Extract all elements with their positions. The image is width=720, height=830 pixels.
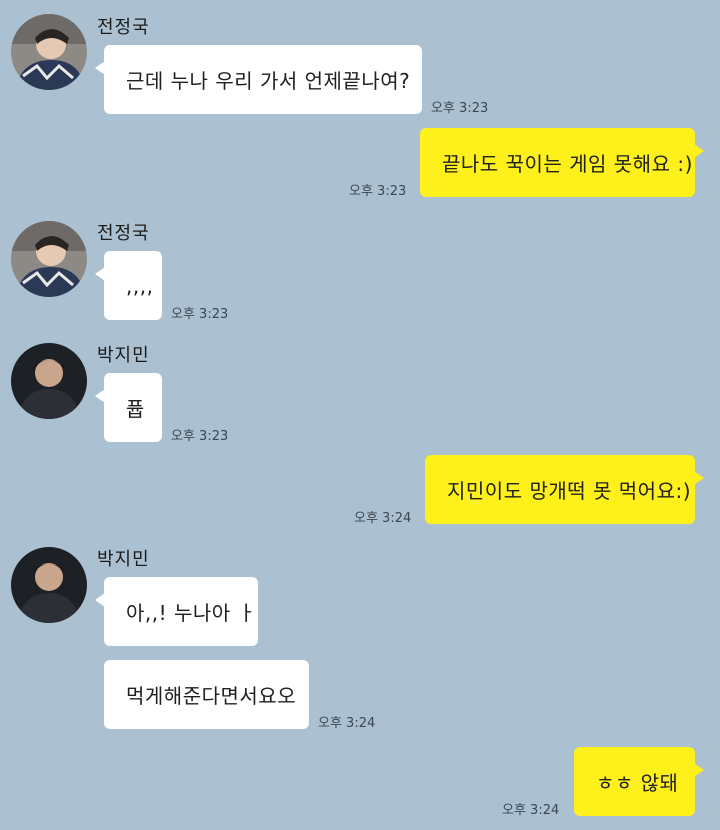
message-text: 지민이도 망개떡 못 먹어요:) — [447, 479, 692, 503]
profile-photo-icon — [11, 343, 87, 419]
chat-message-list[interactable]: 전정국 근데 누나 우리 가서 언제끝나여? 오후 3:23 끝나도 꾹이는 게… — [0, 0, 720, 830]
profile-photo-icon — [11, 221, 87, 297]
sender-name: 박지민 — [97, 549, 150, 570]
message-text: 퓹 — [126, 397, 145, 421]
message-bubble[interactable]: 지민이도 망개떡 못 먹어요:) — [425, 455, 704, 524]
message-bubble[interactable]: 퓹 — [95, 373, 162, 442]
message-bubble[interactable]: 먹게해준다면서요오 — [104, 660, 309, 729]
message-text: 근데 누나 우리 가서 언제끝나여? — [126, 69, 411, 93]
message-time: 오후 3:23 — [349, 184, 407, 199]
message-time: 오후 3:23 — [171, 429, 229, 444]
message-bubble[interactable]: 아,,! 누나아 ㅏ — [95, 577, 258, 646]
avatar-jungkook[interactable] — [11, 221, 87, 297]
avatar-jungkook[interactable] — [11, 14, 87, 90]
message-text: 아,,! 누나아 ㅏ — [126, 601, 257, 625]
message-bubble[interactable]: 끝나도 꾹이는 게임 못해요 :) — [420, 128, 704, 197]
avatar-jimin[interactable] — [11, 343, 87, 419]
message-text: ㅎㅎ 않돼 — [596, 771, 679, 795]
message-time: 오후 3:24 — [318, 716, 376, 731]
message-text: 끝나도 꾹이는 게임 못해요 :) — [442, 152, 693, 176]
message-time: 오후 3:23 — [431, 101, 489, 116]
message-bubble[interactable]: ㅎㅎ 않돼 — [574, 747, 704, 816]
profile-photo-icon — [11, 547, 87, 623]
sender-name: 전정국 — [97, 17, 150, 38]
message-time: 오후 3:24 — [502, 803, 560, 818]
profile-photo-icon — [11, 14, 87, 90]
message-text: 먹게해준다면서요오 — [126, 684, 297, 708]
message-text: ,,,, — [126, 273, 154, 298]
message-bubble[interactable]: 근데 누나 우리 가서 언제끝나여? — [95, 45, 422, 114]
sender-name: 박지민 — [97, 345, 150, 366]
sender-name: 전정국 — [97, 223, 150, 244]
message-time: 오후 3:23 — [171, 307, 229, 322]
message-time: 오후 3:24 — [354, 511, 412, 526]
message-bubble[interactable]: ,,,, — [95, 251, 162, 320]
avatar-jimin[interactable] — [11, 547, 87, 623]
